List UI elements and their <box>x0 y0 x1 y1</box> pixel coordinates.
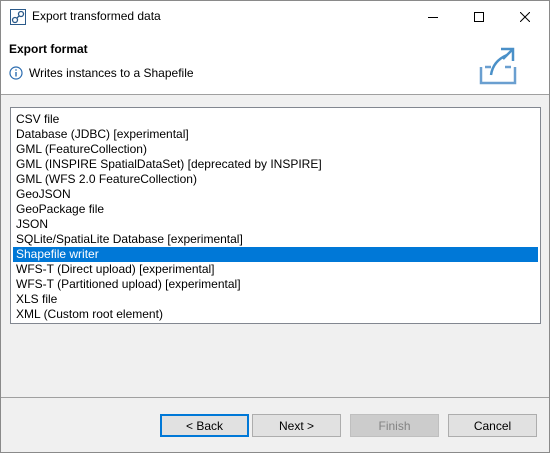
list-item[interactable]: GML (FeatureCollection) <box>13 142 538 157</box>
list-item[interactable]: GeoPackage file <box>13 202 538 217</box>
list-item[interactable]: GML (INSPIRE SpatialDataSet) [deprecated… <box>13 157 538 172</box>
export-format-list[interactable]: CSV file Database (JDBC) [experimental] GM… <box>10 107 541 324</box>
close-icon <box>520 11 530 22</box>
footer-separator <box>1 397 549 398</box>
cancel-button[interactable]: Cancel <box>448 414 537 437</box>
list-item[interactable]: Database (JDBC) [experimental] <box>13 127 538 142</box>
next-button[interactable]: Next > <box>252 414 341 437</box>
list-item[interactable]: GML (WFS 2.0 FeatureCollection) <box>13 172 538 187</box>
app-icon <box>10 9 26 25</box>
maximize-button[interactable] <box>456 1 502 32</box>
close-button[interactable] <box>502 1 548 32</box>
list-item[interactable]: XML (Custom root element) <box>13 307 538 322</box>
info-icon <box>9 66 23 80</box>
page-title: Export format <box>9 42 88 56</box>
list-item[interactable]: WFS-T (Partitioned upload) [experimental… <box>13 277 538 292</box>
maximize-icon <box>474 11 484 22</box>
wizard-header: Export format Writes instances to a Shap… <box>1 32 549 94</box>
header-separator <box>1 94 549 95</box>
back-button[interactable]: < Back <box>160 414 249 437</box>
minimize-button[interactable] <box>410 1 456 32</box>
list-item[interactable]: GeoJSON <box>13 187 538 202</box>
header-message: Writes instances to a Shapefile <box>29 66 194 80</box>
list-item[interactable]: XLS file <box>13 292 538 307</box>
list-item[interactable]: Shapefile writer <box>13 247 538 262</box>
finish-button[interactable]: Finish <box>350 414 439 437</box>
list-item[interactable]: JSON <box>13 217 538 232</box>
list-item[interactable]: CSV file <box>13 112 538 127</box>
export-wizard-dialog: Export transformed data Export format Wr… <box>0 0 550 453</box>
title-bar: Export transformed data <box>1 1 549 32</box>
list-item[interactable]: SQLite/SpatiaLite Database [experimental… <box>13 232 538 247</box>
minimize-icon <box>428 16 438 18</box>
window-title: Export transformed data <box>32 9 161 23</box>
export-icon <box>475 43 521 89</box>
list-item[interactable]: WFS-T (Direct upload) [experimental] <box>13 262 538 277</box>
